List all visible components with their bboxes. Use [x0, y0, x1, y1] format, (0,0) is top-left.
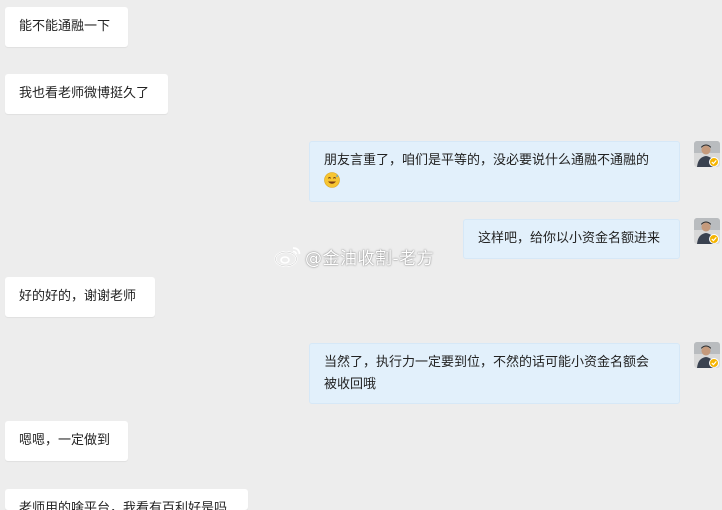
message-text: 被收回哦 — [324, 377, 377, 392]
message-text: 当然了，执行力一定要到位，不然的话可能小资金名额会 — [324, 355, 650, 370]
message-text: 老师用的啥平台，我看有百利好是吗 — [19, 501, 228, 510]
watermark-text: @金油收割-老方 — [305, 248, 435, 269]
message-text: 好的好的，谢谢老师 — [19, 289, 137, 304]
message-text: 这样吧，给你以小资金名额进来 — [478, 231, 661, 246]
incoming-message: 老师用的啥平台，我看有百利好是吗 — [5, 489, 248, 510]
message-text: 嗯嗯，一定做到 — [19, 433, 111, 448]
weibo-icon — [274, 247, 301, 267]
watermark: @金油收割-老方 — [274, 243, 434, 269]
outgoing-message: 当然了，执行力一定要到位，不然的话可能小资金名额会 被收回哦 — [309, 343, 680, 404]
incoming-message: 嗯嗯，一定做到 — [5, 421, 128, 461]
grinning-sweat-emoji — [324, 172, 340, 196]
outgoing-message: 这样吧，给你以小资金名额进来 — [463, 219, 680, 259]
sender-avatar[interactable] — [694, 141, 720, 167]
message-text: 我也看老师微博挺久了 — [19, 86, 150, 101]
incoming-message: 好的好的，谢谢老师 — [5, 277, 155, 317]
message-text: 朋友言重了，咱们是平等的，没必要说什么通融不通融的 — [324, 153, 650, 168]
message-text: 能不能通融一下 — [19, 19, 111, 34]
incoming-message: 我也看老师微博挺久了 — [5, 74, 168, 114]
sender-avatar[interactable] — [694, 342, 720, 368]
incoming-message: 能不能通融一下 — [5, 7, 128, 47]
sender-avatar[interactable] — [694, 218, 720, 244]
outgoing-message: 朋友言重了，咱们是平等的，没必要说什么通融不通融的 — [309, 141, 680, 202]
